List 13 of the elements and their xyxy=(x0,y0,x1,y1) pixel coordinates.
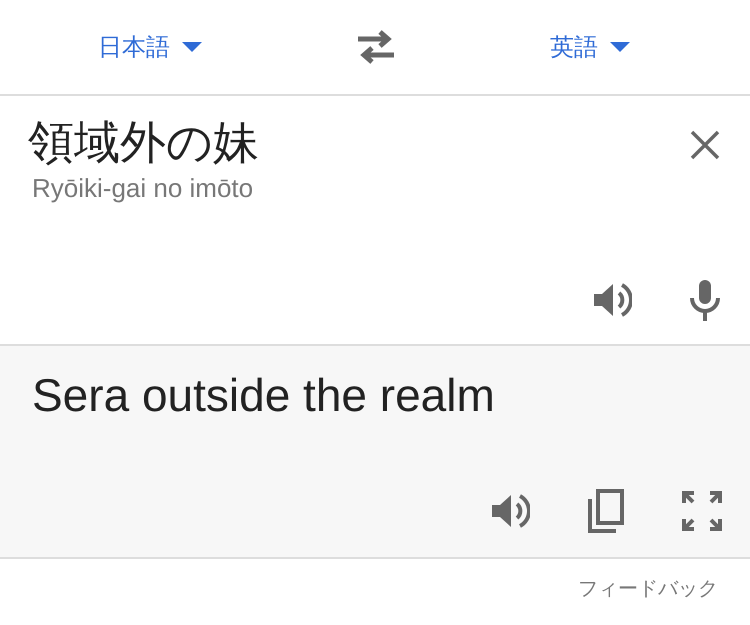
swap-icon[interactable] xyxy=(356,30,396,64)
translation-text: Sera outside the realm xyxy=(32,368,496,422)
fullscreen-icon[interactable] xyxy=(682,491,722,531)
copy-icon[interactable] xyxy=(586,489,626,533)
close-icon[interactable] xyxy=(690,130,720,160)
target-language-button[interactable]: 英語 xyxy=(550,31,630,63)
feedback-link[interactable]: フィードバック xyxy=(578,575,718,602)
caret-icon xyxy=(182,42,202,52)
caret-icon xyxy=(610,42,630,52)
source-text[interactable]: 領域外の妹 xyxy=(28,116,259,169)
source-language-button[interactable]: 日本語 xyxy=(98,31,202,63)
romanization-text: Ryōiki-gai no imōto xyxy=(32,172,254,204)
microphone-icon[interactable] xyxy=(688,278,722,322)
